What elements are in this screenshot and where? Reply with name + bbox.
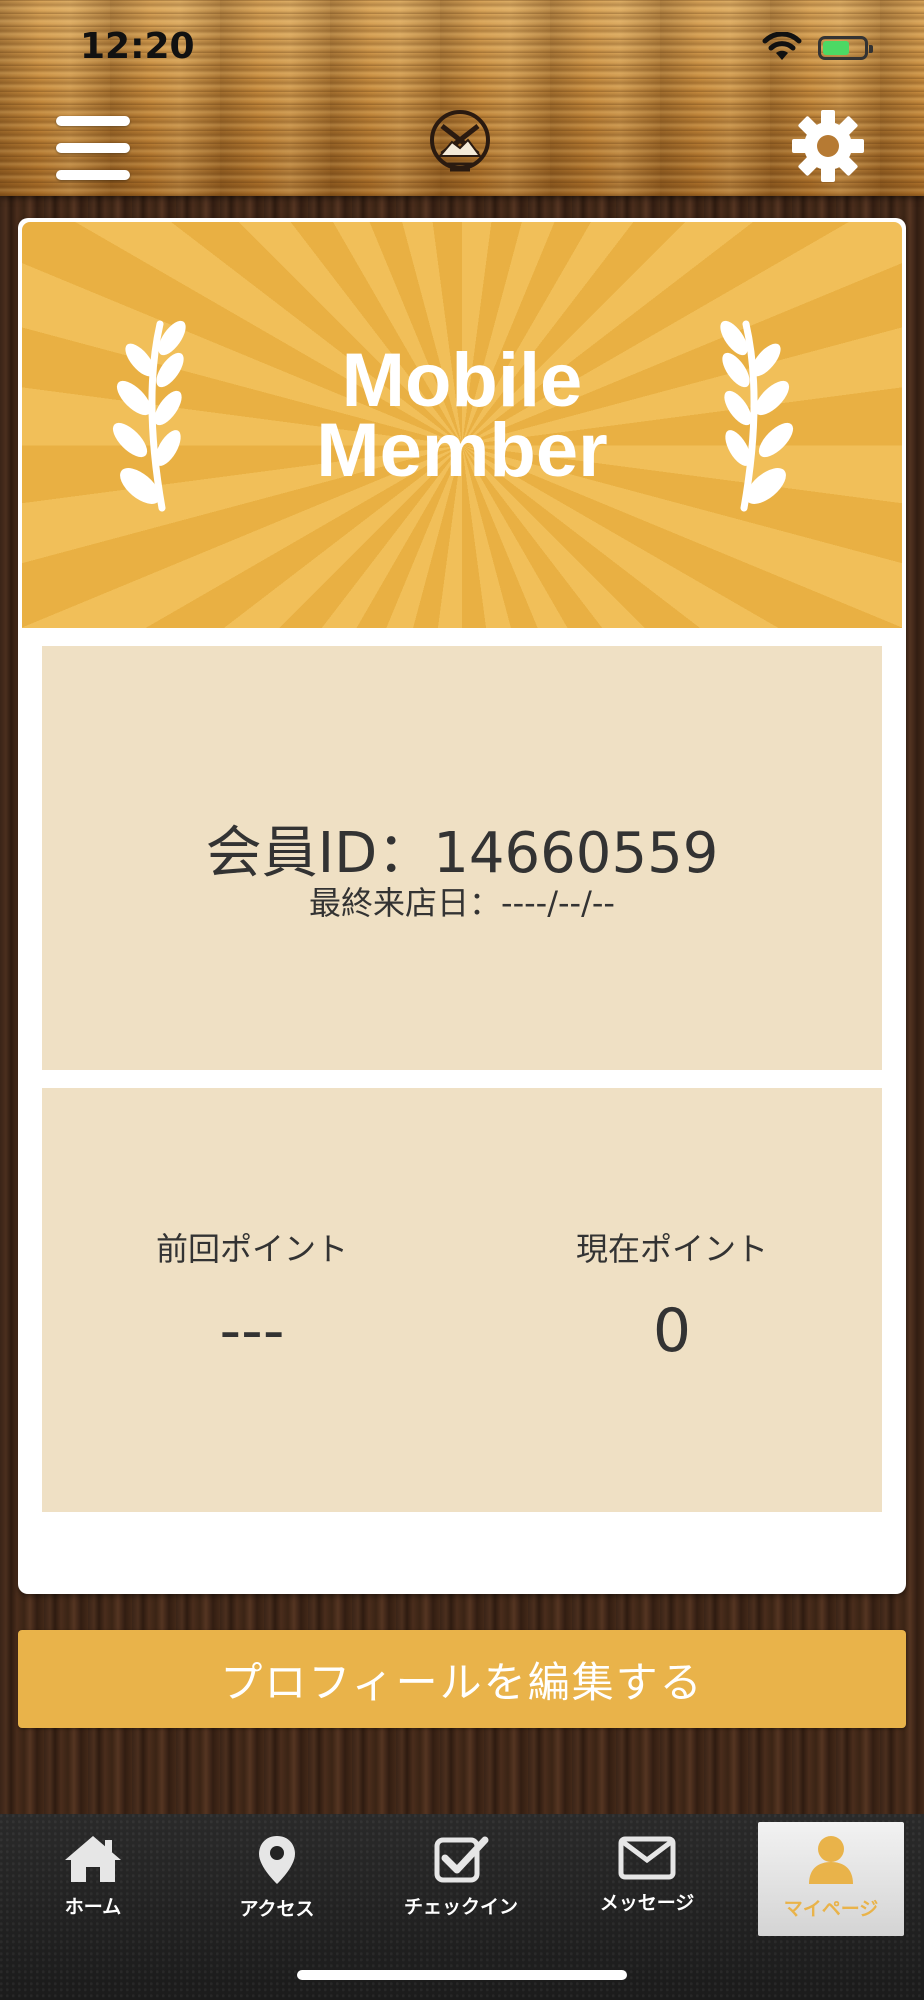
envelope-icon [618,1836,676,1880]
current-points: 現在ポイント 0 [462,1224,882,1366]
previous-points-label: 前回ポイント [155,1230,348,1268]
tab-home-label: ホーム [64,1896,122,1918]
map-pin-icon [259,1836,295,1884]
top-bar: 12:20 [0,0,924,196]
tab-checkin-label: チェックイン [403,1896,518,1918]
tab-access[interactable]: アクセス [204,1822,350,1936]
previous-points: 前回ポイント --- [42,1224,462,1366]
shop-logo-icon [430,110,490,172]
current-points-label: 現在ポイント [575,1230,768,1268]
previous-points-value: --- [219,1296,285,1366]
tab-checkin[interactable]: チェックイン [388,1822,534,1936]
member-banner: Mobile Member [22,222,902,628]
user-icon [809,1836,853,1884]
tab-message[interactable]: メッセージ [574,1822,720,1936]
member-id-panel: 会員ID：14660559 最終来店日：----/--/-- [42,646,882,1070]
laurel-right-icon [720,320,794,512]
last-visit-date: 最終来店日：----/--/-- [309,884,615,922]
tab-message-label: メッセージ [599,1892,695,1914]
status-time: 12:20 [80,26,195,67]
edit-profile-button[interactable]: プロフィールを編集する [18,1630,906,1728]
wifi-icon [762,32,802,60]
tab-mypage-label: マイページ [783,1898,879,1920]
gear-icon[interactable] [790,108,866,184]
current-points-value: 0 [652,1296,692,1366]
tab-access-label: アクセス [239,1898,315,1920]
tab-mypage[interactable]: マイページ [758,1822,904,1936]
points-panel: 前回ポイント --- 現在ポイント 0 [42,1088,882,1512]
member-card: Mobile Member 会員ID：14660559 最終来店日：----/-… [18,218,906,1594]
battery-icon [818,36,873,60]
hamburger-menu-icon[interactable] [56,116,130,180]
home-icon [65,1836,121,1882]
home-indicator [297,1970,627,1980]
member-id: 会員ID：14660559 [205,821,719,886]
tab-home[interactable]: ホーム [20,1822,166,1936]
bottom-tab-bar: ホーム アクセス チェックイン メッセージ マイページ [0,1814,924,2000]
checkbox-icon [434,1836,489,1883]
